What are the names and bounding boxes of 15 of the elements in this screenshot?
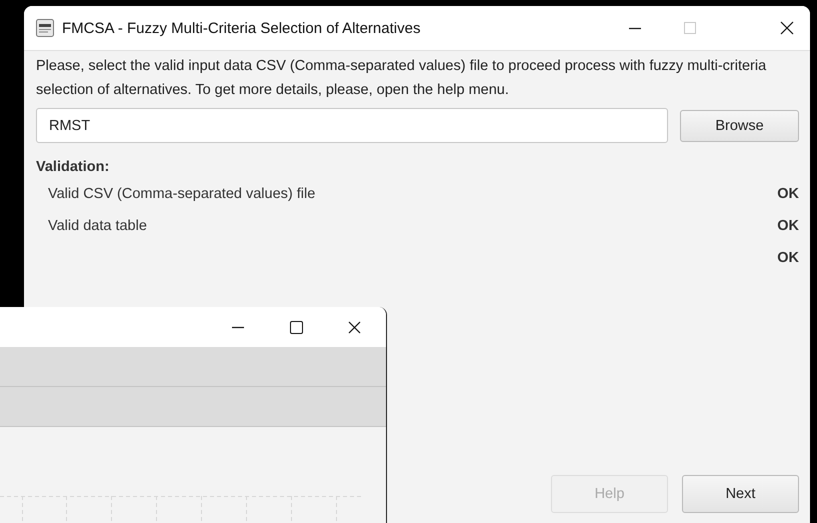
app-icon bbox=[36, 19, 54, 37]
validation-heading: Validation: bbox=[36, 159, 110, 175]
browse-button[interactable]: Browse bbox=[680, 110, 799, 142]
validation-status: OK bbox=[777, 186, 799, 202]
validation-label: Valid CSV (Comma-separated values) file bbox=[48, 186, 316, 202]
file-path-field[interactable]: RMST bbox=[36, 108, 668, 143]
maximize-icon[interactable] bbox=[290, 320, 303, 334]
validation-status: OK bbox=[777, 250, 799, 266]
validation-status: OK bbox=[777, 218, 799, 234]
description-text: Please, select the valid input data CSV (Comma-separated values) file to proceed process with fuzzy multi-criteria selection of alternatives. To get more details, please, open the help menu. bbox=[36, 57, 768, 100]
close-icon[interactable] bbox=[348, 320, 361, 334]
validation-label: Valid data table bbox=[48, 218, 147, 234]
window-title: FMCSA - Fuzzy Multi-Criteria Selection of Alternatives bbox=[62, 20, 420, 36]
next-button[interactable]: Next bbox=[682, 475, 799, 513]
close-icon[interactable] bbox=[780, 21, 794, 35]
